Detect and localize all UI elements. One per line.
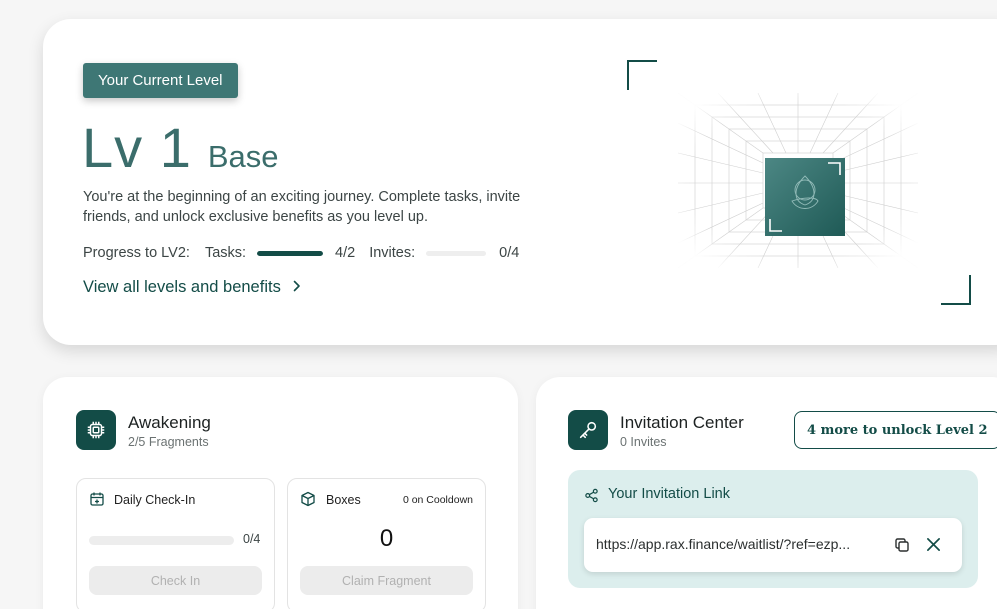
claim-fragment-button[interactable]: Claim Fragment	[300, 566, 473, 595]
invitation-center-title: Invitation Center	[620, 413, 744, 432]
boxes-cooldown: 0 on Cooldown	[402, 494, 473, 506]
copy-icon[interactable]	[894, 537, 910, 558]
daily-checkin-title: Daily Check-In	[114, 493, 196, 507]
level-progress-row: Progress to LV2: Tasks: 4/2 Invites: 0/4	[83, 245, 519, 261]
boxes-card: Boxes 0 on Cooldown 0 Claim Fragment	[287, 478, 486, 609]
share-icon	[584, 488, 599, 508]
tasks-progress-bar	[257, 250, 324, 256]
level-heading: Lv 1 Base	[82, 115, 279, 180]
view-all-levels-link[interactable]: View all levels and benefits	[83, 278, 301, 297]
current-level-card: Your Current Level Lv 1 Base You're at t…	[43, 19, 997, 345]
checkin-progress-bar	[89, 536, 234, 545]
tasks-label: Tasks:	[204, 245, 247, 261]
daily-checkin-card: Daily Check-In 0/4 Check In	[76, 478, 275, 609]
invites-progress-bar	[426, 250, 487, 256]
invitation-link-url[interactable]: https://app.rax.finance/waitlist/?ref=ez…	[596, 536, 850, 552]
invitation-link-box: https://app.rax.finance/waitlist/?ref=ez…	[584, 518, 962, 572]
view-all-levels-label: View all levels and benefits	[83, 278, 281, 296]
tasks-progress-value: 4/2	[335, 245, 356, 261]
current-level-badge: Your Current Level	[83, 63, 238, 98]
invites-progress-value: 0/4	[499, 245, 520, 261]
chip-icon	[76, 410, 116, 450]
frame-corner-bottom-right	[941, 275, 971, 305]
unlock-level-button[interactable]: 4 more to unlock Level 2	[794, 411, 997, 449]
progress-label: Progress to LV2:	[83, 245, 190, 261]
page: Your Current Level Lv 1 Base You're at t…	[0, 0, 997, 609]
check-in-button[interactable]: Check In	[89, 566, 262, 595]
boxes-title: Boxes	[326, 493, 361, 507]
invitation-link-label: Your Invitation Link	[608, 486, 730, 502]
chevron-right-icon	[293, 279, 301, 296]
invitation-center-card: Invitation Center 0 Invites 4 more to un…	[536, 377, 997, 609]
cube-icon	[300, 491, 316, 512]
invitation-link-panel: Your Invitation Link https://app.rax.fin…	[568, 470, 978, 588]
key-icon	[568, 410, 608, 450]
calendar-plus-icon	[89, 491, 105, 512]
awakening-card: Awakening 2/5 Fragments Daily Check-In 0…	[43, 377, 518, 609]
x-logo-icon[interactable]	[926, 537, 941, 557]
invites-count: 0 Invites	[620, 435, 667, 449]
level-number: Lv 1	[82, 116, 192, 179]
level-emblem-graphic	[678, 93, 918, 268]
frame-corner-top-left	[627, 60, 657, 90]
checkin-progress-value: 0/4	[243, 532, 261, 546]
awakening-title: Awakening	[128, 413, 211, 432]
tasks-progress-fill	[257, 250, 324, 256]
invites-label: Invites:	[369, 245, 416, 261]
boxes-count: 0	[379, 525, 394, 552]
level-description: You're at the beginning of an exciting j…	[83, 189, 521, 225]
level-name: Base	[207, 139, 279, 174]
awakening-fragments: 2/5 Fragments	[128, 435, 209, 449]
